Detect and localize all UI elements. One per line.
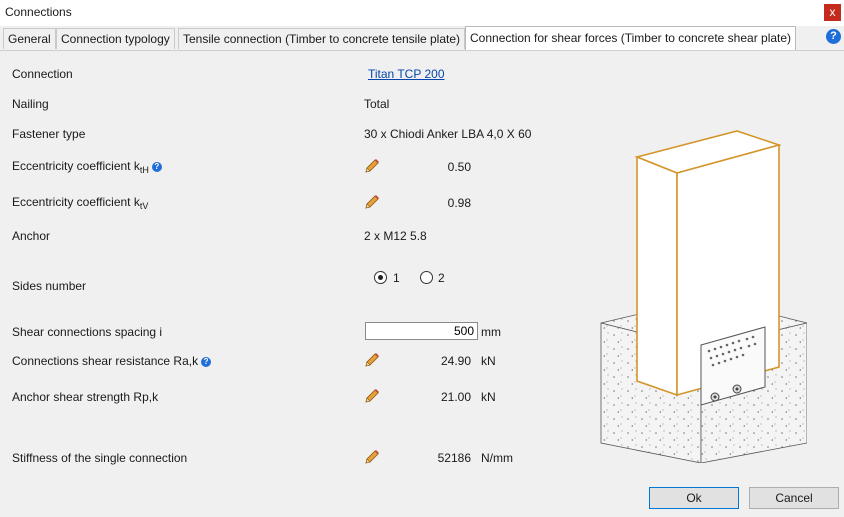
sides-radio-2-label: 2 — [438, 271, 445, 285]
resistance-label: Connections shear resistance Ra,k? — [12, 354, 212, 368]
fastener-value: 30 x Chiodi Anker LBA 4,0 X 60 — [364, 127, 532, 141]
ecc-v-value: 0.98 — [447, 196, 471, 210]
ecc-h-label-text: Eccentricity coefficient k — [12, 159, 140, 173]
tab-tensile-connection[interactable]: Tensile connection (Timber to concrete t… — [178, 28, 466, 49]
info-icon[interactable]: ? — [151, 162, 162, 172]
anchor-strength-label: Anchor shear strength Rp,k — [12, 390, 159, 404]
edit-pencil-icon[interactable] — [363, 387, 381, 405]
connection-link[interactable]: Titan TCP 200 — [368, 67, 445, 81]
resistance-unit: kN — [481, 354, 496, 368]
timber-left-face — [636, 155, 678, 397]
ecc-v-label-text: Eccentricity coefficient k — [12, 195, 140, 209]
fastener-label: Fastener type — [12, 127, 86, 141]
spacing-input[interactable] — [365, 322, 478, 340]
stiffness-label: Stiffness of the single connection — [12, 451, 188, 465]
tab-shear-connection[interactable]: Connection for shear forces (Timber to c… — [465, 26, 797, 50]
ok-button[interactable]: Ok — [649, 487, 739, 509]
help-icon[interactable]: ? — [826, 29, 841, 44]
edit-pencil-icon[interactable] — [363, 193, 381, 211]
tab-general[interactable]: General — [3, 28, 56, 49]
sides-radio-1-label: 1 — [393, 271, 400, 285]
spacing-unit: mm — [481, 325, 501, 339]
sides-radio-2[interactable] — [420, 271, 433, 284]
anchor-label: Anchor — [12, 229, 51, 243]
tab-connection-typology[interactable]: Connection typology — [56, 28, 175, 49]
shear-connection-panel: Connection Titan TCP 200 Nailing Total F… — [0, 50, 844, 517]
sides-number-label: Sides number — [12, 279, 87, 293]
spacing-label: Shear connections spacing i — [12, 325, 163, 339]
info-icon[interactable]: ? — [201, 357, 212, 367]
sides-radio-1[interactable] — [374, 271, 387, 284]
edit-pencil-icon[interactable] — [363, 351, 381, 369]
resistance-value: 24.90 — [440, 354, 471, 368]
title-bar: Connections x — [0, 0, 844, 26]
ecc-v-subscript: tV — [139, 201, 149, 211]
ecc-h-subscript: tH — [139, 165, 149, 175]
window-title: Connections — [5, 5, 72, 19]
connection-illustration — [600, 130, 807, 463]
nailing-label: Nailing — [12, 97, 49, 111]
cancel-button[interactable]: Cancel — [749, 487, 839, 509]
anchor-strength-unit: kN — [481, 390, 496, 404]
resistance-label-text: Connections shear resistance Ra,k — [12, 354, 199, 368]
stiffness-unit: N/mm — [481, 451, 513, 465]
close-button[interactable]: x — [824, 4, 841, 21]
anchor-strength-value: 21.00 — [440, 390, 471, 404]
anchor-value: 2 x M12 5.8 — [364, 229, 427, 243]
stiffness-value: 52186 — [437, 451, 471, 465]
ecc-v-label: Eccentricity coefficient ktV — [12, 195, 148, 211]
edit-pencil-icon[interactable] — [363, 448, 381, 466]
edit-pencil-icon[interactable] — [363, 157, 381, 175]
connection-label: Connection — [12, 67, 73, 81]
nailing-value: Total — [364, 97, 390, 111]
ecc-h-value: 0.50 — [447, 160, 471, 174]
ecc-h-label: Eccentricity coefficient ktH? — [12, 159, 162, 175]
